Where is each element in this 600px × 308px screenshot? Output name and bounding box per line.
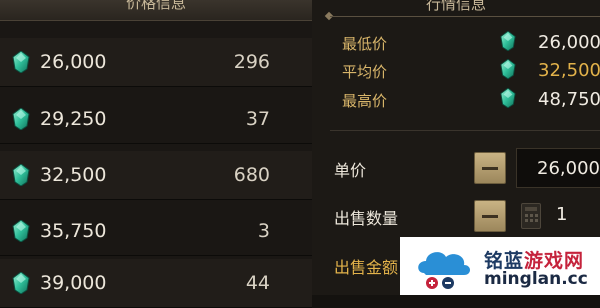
green-gem-icon — [12, 108, 30, 130]
total-amount-label: 出售金额 — [334, 258, 399, 277]
lowest-price-label: 最低价 — [342, 35, 388, 53]
row-quantity: 296 — [233, 51, 270, 73]
green-gem-icon — [12, 164, 30, 186]
green-gem-icon — [500, 59, 516, 79]
row-quantity: 3 — [257, 220, 270, 242]
lowest-price-value: 26,000 — [538, 32, 600, 53]
price-list-title: 价格信息 — [125, 0, 186, 12]
row-price: 35,750 — [40, 220, 107, 242]
unit-price-label: 单价 — [334, 161, 367, 180]
price-row[interactable]: 39,000 44 — [0, 259, 312, 308]
row-quantity: 37 — [245, 108, 270, 130]
watermark: 铭蓝游戏网 minglan.cc — [400, 237, 600, 295]
average-price-label: 平均价 — [342, 63, 388, 81]
minus-icon — [482, 166, 498, 170]
green-gem-icon — [12, 220, 30, 242]
row-price: 39,000 — [40, 272, 107, 294]
minus-icon — [482, 214, 498, 218]
section-divider — [330, 130, 600, 131]
row-price: 29,250 — [40, 108, 107, 130]
quantity-decrease-button[interactable] — [474, 200, 506, 232]
green-gem-icon — [12, 272, 30, 294]
minglan-logo-icon — [418, 252, 470, 289]
header-divider — [330, 16, 600, 17]
unit-price-decrease-button[interactable] — [474, 152, 506, 184]
calculator-icon[interactable] — [521, 203, 541, 229]
trade-info-header: 行情信息 — [425, 0, 486, 13]
quantity-input[interactable]: 1 — [556, 204, 567, 225]
price-row[interactable]: 35,750 3 — [0, 207, 312, 256]
price-row[interactable]: 29,250 37 — [0, 95, 312, 144]
price-list-header: 价格信息 — [0, 0, 312, 21]
unit-price-input[interactable]: 26,000 — [516, 148, 600, 188]
watermark-brand-en: minglan.cc — [484, 269, 588, 289]
row-quantity: 44 — [245, 272, 270, 294]
row-quantity: 680 — [233, 164, 270, 186]
price-row[interactable]: 26,000 296 — [0, 38, 312, 87]
quantity-label: 出售数量 — [334, 209, 399, 228]
highest-price-value: 48,750 — [538, 89, 600, 110]
average-price-value: 32,500 — [538, 60, 600, 81]
price-list-panel: 价格信息 26,000 296 29,250 37 32,500 680 35,… — [0, 0, 312, 308]
price-row[interactable]: 32,500 680 — [0, 151, 312, 200]
green-gem-icon — [12, 51, 30, 73]
row-price: 26,000 — [40, 51, 107, 73]
row-price: 32,500 — [40, 164, 107, 186]
green-gem-icon — [500, 88, 516, 108]
green-gem-icon — [500, 31, 516, 51]
highest-price-label: 最高价 — [342, 92, 388, 110]
